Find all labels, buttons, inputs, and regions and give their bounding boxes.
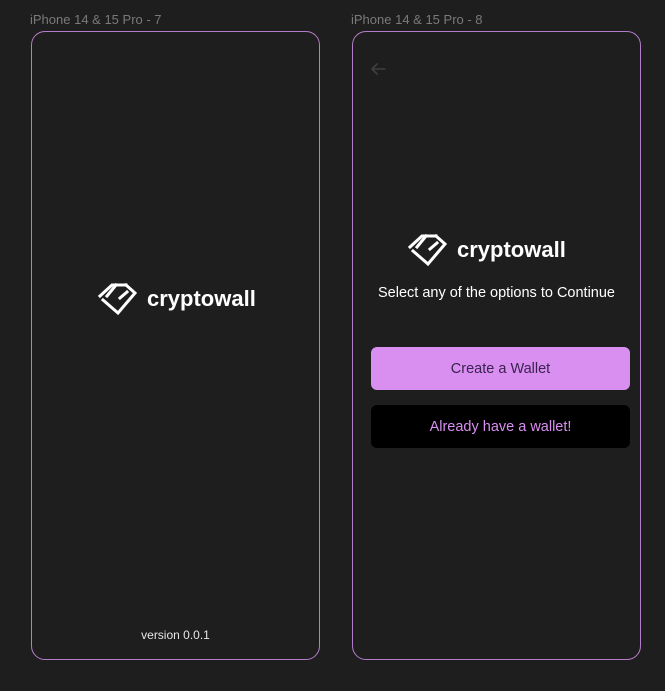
splash-screen: cryptowall version 0.0.1 (31, 31, 320, 660)
brand-logo: cryptowall (407, 233, 566, 267)
cryptowall-logo-icon (407, 233, 449, 267)
brand-logo: cryptowall (97, 282, 256, 316)
brand-name: cryptowall (147, 286, 256, 311)
welcome-options-screen: cryptowall Select any of the options to … (352, 31, 641, 660)
frame-label-8: iPhone 14 & 15 Pro - 8 (351, 12, 483, 27)
frame-label-7: iPhone 14 & 15 Pro - 7 (30, 12, 162, 27)
version-label: version 0.0.1 (141, 628, 210, 642)
cryptowall-logo-icon (97, 282, 139, 316)
design-canvas: iPhone 14 & 15 Pro - 7 iPhone 14 & 15 Pr… (0, 0, 665, 691)
create-wallet-button[interactable]: Create a Wallet (371, 347, 630, 390)
instruction-text: Select any of the options to Continue (378, 285, 615, 301)
brand-name: cryptowall (457, 237, 566, 262)
back-arrow-icon[interactable] (369, 60, 387, 78)
existing-wallet-button[interactable]: Already have a wallet! (371, 405, 630, 448)
